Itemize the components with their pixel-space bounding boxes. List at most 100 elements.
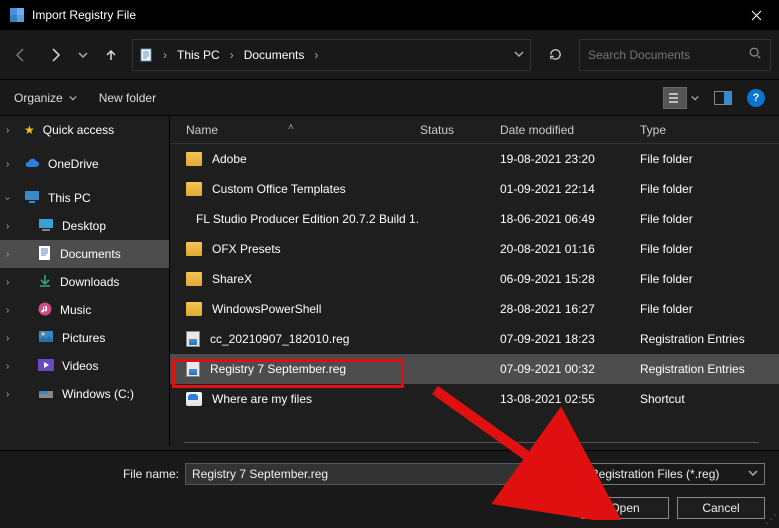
back-button[interactable] <box>8 42 34 68</box>
forward-button[interactable] <box>42 42 68 68</box>
file-type: File folder <box>640 182 759 196</box>
horizontal-scrollbar[interactable] <box>184 442 759 446</box>
chevron-right-icon[interactable]: › <box>6 361 9 372</box>
filename-input[interactable]: Registry 7 September.reg <box>185 463 569 485</box>
sidebar-item-onedrive[interactable]: › OneDrive <box>0 150 169 178</box>
file-row[interactable]: Adobe19-08-2021 23:20File folder <box>170 144 779 174</box>
file-type: Registration Entries <box>640 332 759 346</box>
chevron-right-icon[interactable]: › <box>226 48 238 62</box>
header-type[interactable]: Type <box>640 123 759 137</box>
search-box[interactable] <box>579 39 771 71</box>
file-date: 13-08-2021 02:55 <box>500 392 640 406</box>
sidebar-item-videos[interactable]: › Videos <box>0 352 169 380</box>
file-row[interactable]: Custom Office Templates 01-09-2021 22:14F… <box>170 174 779 204</box>
file-row[interactable]: Registry 7 September.reg07-09-2021 00:32… <box>170 354 779 384</box>
file-row[interactable]: OFX Presets20-08-2021 01:16File folder <box>170 234 779 264</box>
folder-icon <box>186 302 202 316</box>
folder-icon <box>186 182 202 196</box>
folder-icon <box>186 242 202 256</box>
filename-dropdown-icon[interactable] <box>552 467 562 481</box>
sidebar-item-thispc[interactable]: › This PC <box>0 184 169 212</box>
sidebar-item-windowsc[interactable]: › Windows (C:) <box>0 380 169 408</box>
refresh-button[interactable] <box>539 39 571 71</box>
file-date: 01-09-2021 22:14 <box>500 182 640 196</box>
chevron-right-icon[interactable]: › <box>6 125 9 136</box>
chevron-down-icon[interactable]: › <box>2 196 13 199</box>
header-name[interactable]: Name˄ <box>170 123 420 137</box>
file-name: Custom Office Templates <box>212 182 346 196</box>
folder-icon <box>186 152 202 166</box>
cancel-button[interactable]: Cancel <box>677 497 765 519</box>
breadcrumb-thispc[interactable]: This PC <box>175 48 222 62</box>
chevron-right-icon[interactable]: › <box>6 221 9 232</box>
reg-file-icon <box>186 331 200 347</box>
cloud-icon <box>24 157 40 172</box>
chevron-right-icon[interactable]: › <box>159 48 171 62</box>
chevron-right-icon[interactable]: › <box>6 305 9 316</box>
app-icon <box>10 8 24 22</box>
file-row[interactable]: ShareX06-09-2021 15:28File folder <box>170 264 779 294</box>
file-date: 06-09-2021 15:28 <box>500 272 640 286</box>
file-name: WindowsPowerShell <box>212 302 321 316</box>
breadcrumb-documents[interactable]: Documents <box>242 48 307 62</box>
drive-icon <box>38 387 54 402</box>
filetype-select[interactable]: Registration Files (*.reg) <box>583 463 765 485</box>
header-status[interactable]: Status <box>420 123 500 137</box>
file-row[interactable]: FL Studio Producer Edition 20.7.2 Build … <box>170 204 779 234</box>
organize-menu[interactable]: Organize <box>14 91 77 105</box>
close-button[interactable] <box>733 0 779 30</box>
chevron-right-icon[interactable]: › <box>6 159 9 170</box>
column-headers[interactable]: Name˄ Status Date modified Type <box>170 116 779 144</box>
chevron-right-icon[interactable]: › <box>6 277 9 288</box>
search-icon[interactable] <box>748 46 762 63</box>
file-name: Adobe <box>212 152 247 166</box>
sidebar-item-downloads[interactable]: › Downloads <box>0 268 169 296</box>
file-name: OFX Presets <box>212 242 281 256</box>
downloads-icon <box>38 274 52 291</box>
open-button[interactable]: Open <box>581 497 669 519</box>
file-type: File folder <box>640 152 759 166</box>
file-type: File folder <box>640 272 759 286</box>
desktop-icon <box>38 218 54 235</box>
folder-icon <box>186 272 202 286</box>
file-date: 18-06-2021 06:49 <box>500 212 640 226</box>
file-row[interactable]: WindowsPowerShell28-08-2021 16:27File fo… <box>170 294 779 324</box>
chevron-right-icon[interactable]: › <box>310 48 322 62</box>
view-options-button[interactable] <box>663 87 687 109</box>
file-name: FL Studio Producer Edition 20.7.2 Build … <box>196 212 420 226</box>
file-type: Registration Entries <box>640 362 759 376</box>
star-icon: ★ <box>24 123 35 137</box>
resize-grip[interactable]: ⋰ <box>765 512 777 526</box>
pc-icon <box>24 190 40 207</box>
file-row[interactable]: cc_20210907_182010.reg07-09-2021 18:23Re… <box>170 324 779 354</box>
chevron-right-icon[interactable]: › <box>6 249 9 260</box>
address-bar[interactable]: › This PC › Documents › <box>132 39 531 71</box>
sidebar-item-music[interactable]: › Music <box>0 296 169 324</box>
new-folder-button[interactable]: New folder <box>99 91 156 105</box>
sidebar-item-quickaccess[interactable]: › ★ Quick access <box>0 116 169 144</box>
preview-pane-button[interactable] <box>711 87 735 109</box>
file-type: Shortcut <box>640 392 759 406</box>
view-dropdown-icon[interactable] <box>691 91 699 105</box>
search-input[interactable] <box>588 48 762 62</box>
music-icon <box>38 302 52 319</box>
pictures-icon <box>38 330 54 346</box>
recent-locations-dropdown[interactable] <box>76 42 90 68</box>
chevron-right-icon[interactable]: › <box>6 389 9 400</box>
file-row[interactable]: Where are my files 13-08-2021 02:55Shortc… <box>170 384 779 414</box>
address-dropdown[interactable] <box>514 48 524 62</box>
header-date[interactable]: Date modified <box>500 123 640 137</box>
file-name: Where are my files <box>212 392 312 406</box>
sidebar-item-pictures[interactable]: › Pictures <box>0 324 169 352</box>
sidebar-item-documents[interactable]: › Documents <box>0 240 169 268</box>
sidebar-item-desktop[interactable]: › Desktop <box>0 212 169 240</box>
help-button[interactable]: ? <box>747 89 765 107</box>
documents-location-icon <box>139 47 155 63</box>
file-list[interactable]: Adobe19-08-2021 23:20File folderCustom O… <box>170 144 779 442</box>
file-date: 07-09-2021 00:32 <box>500 362 640 376</box>
chevron-right-icon[interactable]: › <box>6 333 9 344</box>
up-button[interactable] <box>98 42 124 68</box>
filetype-dropdown-icon[interactable] <box>748 467 758 481</box>
sidebar: › ★ Quick access › OneDrive › This PC › … <box>0 116 170 446</box>
documents-icon <box>38 245 52 264</box>
